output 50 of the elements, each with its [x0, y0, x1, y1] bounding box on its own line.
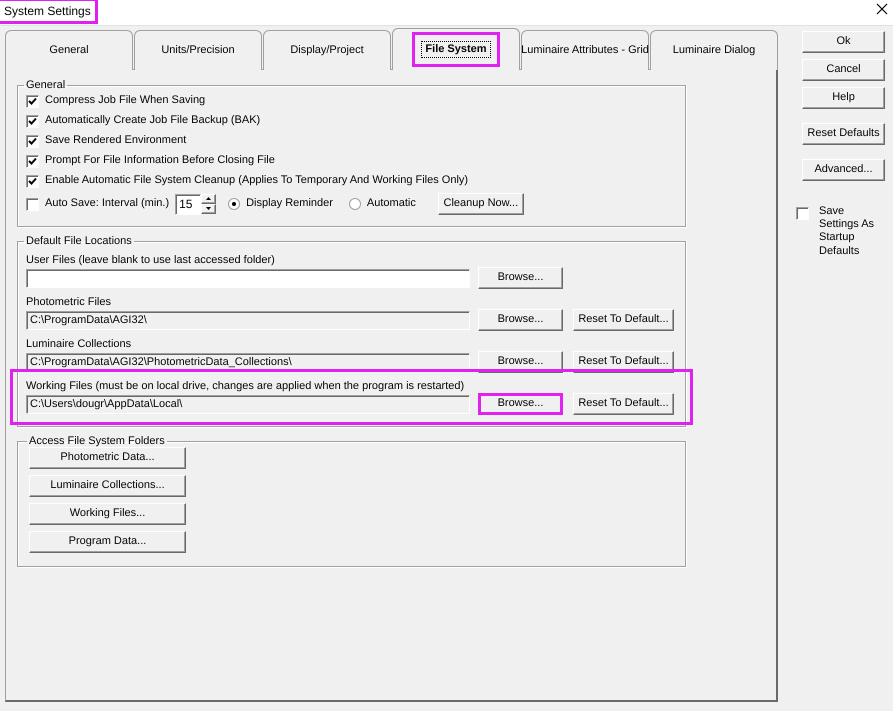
dialog-button[interactable]: Ok: [802, 31, 885, 53]
folder-button[interactable]: Photometric Data...: [29, 447, 186, 469]
field-label: Working Files (must be on local drive, changes are applied when the program is restarted): [26, 379, 466, 393]
spin-up-button[interactable]: [201, 194, 216, 204]
window-title: System Settings: [0, 1, 95, 22]
folder-button[interactable]: Luminaire Collections...: [29, 475, 186, 497]
dialog-button[interactable]: Reset Defaults: [802, 123, 885, 145]
cleanup-button[interactable]: Cleanup Now...: [438, 193, 524, 215]
checkbox-label: Save Settings As Startup Defaults: [819, 205, 876, 258]
tab[interactable]: General: [5, 30, 133, 70]
checkbox-label: Automatically Create Job File Backup (BAK): [45, 114, 260, 128]
tab[interactable]: Luminaire Attributes - Grid: [521, 30, 649, 70]
dialog-button[interactable]: Help: [802, 87, 885, 109]
close-icon[interactable]: [876, 2, 888, 15]
field-label: Luminaire Collections: [26, 337, 132, 351]
radio-button[interactable]: [228, 198, 240, 210]
dialog-button[interactable]: Cancel: [802, 59, 885, 81]
tab[interactable]: File System: [392, 28, 520, 70]
folder-button[interactable]: Program Data...: [29, 531, 186, 553]
tab[interactable]: Display/Project: [263, 30, 391, 70]
browse-button[interactable]: Browse...: [478, 267, 563, 289]
checkbox-label: Save Rendered Environment: [45, 134, 186, 148]
field-label: Photometric Files: [26, 295, 112, 309]
checkbox[interactable]: [26, 94, 39, 108]
dialog-button[interactable]: Advanced...: [802, 159, 885, 181]
radio-button[interactable]: [348, 198, 361, 210]
checkbox-label: Enable Automatic File System Cleanup (Applies To Temporary And Working Files Only): [45, 174, 468, 188]
down-arrow-icon: [206, 207, 212, 210]
up-arrow-icon: [206, 197, 212, 200]
radio-label: Automatic: [366, 197, 416, 211]
checkbox[interactable]: [26, 134, 39, 148]
checkbox[interactable]: [796, 207, 809, 220]
field-label: User Files (leave blank to use last accessed folder): [26, 253, 276, 267]
checkbox-label: Auto Save: Interval (min.): [45, 197, 170, 211]
interval-field[interactable]: 15: [175, 194, 202, 214]
checkbox[interactable]: [26, 198, 39, 210]
spin-down-button[interactable]: [201, 204, 216, 214]
path-field[interactable]: [26, 268, 470, 288]
group-title: General: [25, 80, 66, 91]
tab[interactable]: Luminaire Dialog: [650, 30, 778, 70]
folder-button[interactable]: Working Files...: [29, 503, 186, 525]
group-title: Access File System Folders: [28, 436, 166, 447]
checkbox-label: Prompt For File Information Before Closing File: [45, 154, 275, 168]
group-title: Default File Locations: [25, 236, 133, 247]
checkbox-label: Compress Job File When Saving: [45, 94, 206, 108]
radio-label: Display Reminder: [246, 197, 333, 211]
checkbox[interactable]: [26, 154, 39, 168]
checkbox[interactable]: [26, 114, 39, 128]
tab[interactable]: Units/Precision: [134, 30, 262, 70]
checkbox[interactable]: [26, 174, 39, 188]
